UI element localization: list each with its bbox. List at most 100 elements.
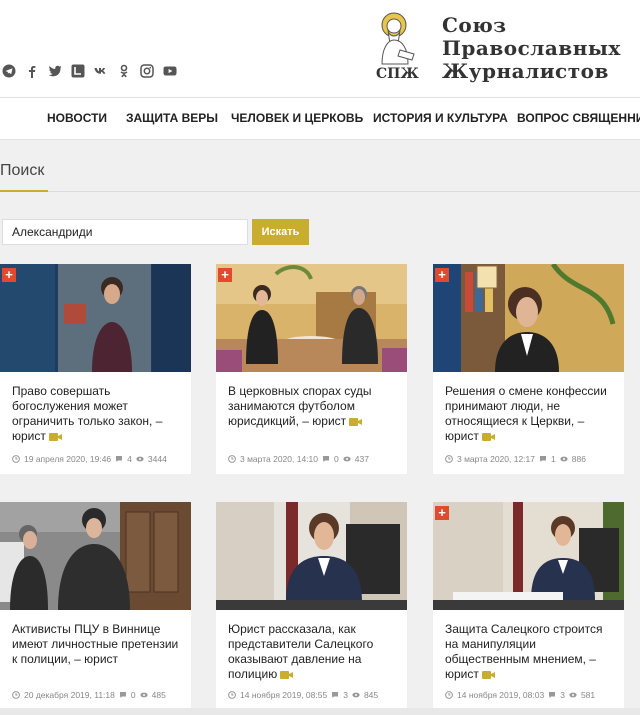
article-thumbnail[interactable]: + (433, 502, 624, 610)
comment-icon (119, 692, 126, 698)
clock-icon (228, 691, 236, 699)
article-card[interactable]: Юрист рассказала, как представители Сале… (216, 502, 407, 708)
comment-icon (116, 456, 123, 462)
logo-wordmark: Союз Православных Журналистов (442, 14, 621, 83)
logo-saint-icon (381, 12, 415, 65)
clock-icon (12, 455, 20, 463)
nav-item-history-culture[interactable]: ИСТОРИЯ И КУЛЬТУРА (373, 111, 508, 125)
article-comments: 0 (130, 690, 136, 700)
article-comments: 3 (560, 690, 565, 700)
article-title-text: Юрист рассказала, как представители Сале… (228, 622, 374, 681)
article-meta: 20 декабря 2019, 11:18 0 485 (12, 690, 166, 700)
page-bottom-strip (0, 708, 640, 715)
article-meta: 14 ноября 2019, 08:55 3 845 (228, 690, 378, 700)
site-header: СПЖ Союз Православных Журналистов (0, 0, 640, 97)
eye-icon (560, 456, 568, 462)
logo-line: Журналистов (442, 59, 609, 83)
comment-icon (549, 692, 556, 698)
plus-badge: + (218, 268, 232, 282)
clock-icon (445, 455, 453, 463)
article-thumbnail[interactable]: + (433, 264, 624, 372)
article-title[interactable]: Юрист рассказала, как представители Сале… (228, 622, 398, 682)
article-views: 886 (571, 454, 586, 464)
twitter-icon[interactable] (48, 64, 62, 78)
article-meta: 3 марта 2020, 12:17 1 886 (445, 454, 586, 464)
nav-item-faith-defense[interactable]: ЗАЩИТА ВЕРЫ (126, 111, 218, 125)
article-card[interactable]: + Решения о смене конфессии принимают лю… (433, 264, 624, 474)
nav-item-man-and-church[interactable]: ЧЕЛОВЕК И ЦЕРКОВЬ (231, 111, 363, 125)
article-thumbnail[interactable]: + (0, 264, 191, 372)
article-comments: 3 (343, 690, 348, 700)
video-icon (48, 432, 62, 441)
article-card[interactable]: Активисты ПЦУ в Виннице имеют личностные… (0, 502, 191, 708)
article-date: 14 ноября 2019, 08:55 (240, 690, 328, 700)
article-title[interactable]: В церковных спорах суды занимаются футбо… (228, 384, 398, 429)
facebook-icon[interactable] (25, 64, 39, 78)
article-date: 14 ноября 2019, 08:03 (457, 690, 545, 700)
article-title[interactable]: Решения о смене конфессии принимают люди… (445, 384, 615, 444)
article-comments: 4 (127, 454, 132, 464)
article-date: 20 декабря 2019, 11:18 (24, 690, 115, 700)
title-underline (0, 190, 48, 192)
article-meta: 14 ноября 2019, 08:03 3 581 (445, 690, 595, 700)
article-date: 3 марта 2020, 14:10 (240, 454, 318, 464)
comment-icon (332, 692, 339, 698)
eye-icon (136, 456, 144, 462)
logo-line: Православных (442, 36, 621, 60)
search-button[interactable]: Искать (252, 219, 309, 245)
comment-icon (540, 456, 546, 462)
article-title[interactable]: Активисты ПЦУ в Виннице имеют личностные… (12, 622, 182, 667)
article-card[interactable]: + Защита Салецкого строится на манипуляц… (433, 502, 624, 708)
article-thumbnail[interactable] (216, 502, 407, 610)
article-views: 485 (151, 690, 166, 700)
clock-icon (445, 691, 453, 699)
article-views: 437 (354, 454, 369, 464)
clock-icon (12, 691, 20, 699)
eye-icon (352, 692, 360, 698)
youtube-icon[interactable] (163, 64, 177, 78)
video-icon (349, 417, 363, 426)
article-title-text: Право совершать богослужения может огран… (12, 384, 163, 443)
plus-badge: + (435, 506, 449, 520)
article-meta: 3 марта 2020, 14:10 0 437 (228, 454, 369, 464)
eye-icon (343, 456, 351, 462)
article-date: 19 апреля 2020, 19:46 (24, 454, 112, 464)
article-thumbnail[interactable]: + (216, 264, 407, 372)
eye-icon (140, 692, 148, 698)
search-input[interactable] (2, 219, 248, 245)
nav-item-ask-priest[interactable]: ВОПРОС СВЯЩЕННИКУ (517, 111, 640, 125)
vk-icon[interactable] (94, 64, 108, 78)
article-card[interactable]: + В церковных спорах суды занимаются фут… (216, 264, 407, 474)
social-links (2, 64, 177, 78)
article-title[interactable]: Право совершать богослужения может огран… (12, 384, 182, 444)
livejournal-icon[interactable] (71, 64, 85, 78)
video-icon (280, 670, 294, 679)
article-views: 581 (580, 690, 596, 700)
nav-item-news[interactable]: НОВОСТИ (47, 111, 107, 125)
article-comments: 1 (551, 454, 556, 464)
page-title: Поиск (0, 162, 45, 179)
clock-icon (228, 455, 236, 463)
logo-line: Союз (442, 13, 507, 37)
logo-abbreviation: СПЖ (376, 66, 419, 82)
title-divider (0, 191, 640, 192)
article-title-text: Защита Салецкого строится на манипуляции… (445, 622, 603, 681)
comment-icon (323, 456, 329, 462)
article-date: 3 марта 2020, 12:17 (457, 454, 535, 464)
instagram-icon[interactable] (140, 64, 154, 78)
video-icon (481, 670, 495, 679)
video-icon (481, 432, 495, 441)
eye-icon (569, 692, 577, 698)
article-views: 845 (363, 690, 379, 700)
article-thumbnail[interactable] (0, 502, 191, 610)
plus-badge: + (2, 268, 16, 282)
article-title[interactable]: Защита Салецкого строится на манипуляции… (445, 622, 615, 682)
article-views: 3444 (147, 454, 167, 464)
article-card[interactable]: + Право совершать богослужения может огр… (0, 264, 191, 474)
article-title-text: Активисты ПЦУ в Виннице имеют личностные… (12, 622, 179, 666)
article-meta: 19 апреля 2020, 19:46 4 3444 (12, 454, 167, 464)
odnoklassniki-icon[interactable] (117, 64, 131, 78)
article-title-text: Решения о смене конфессии принимают люди… (445, 384, 607, 443)
main-nav: НОВОСТИ ЗАЩИТА ВЕРЫ ЧЕЛОВЕК И ЦЕРКОВЬ ИС… (0, 97, 640, 140)
telegram-icon[interactable] (2, 64, 16, 78)
